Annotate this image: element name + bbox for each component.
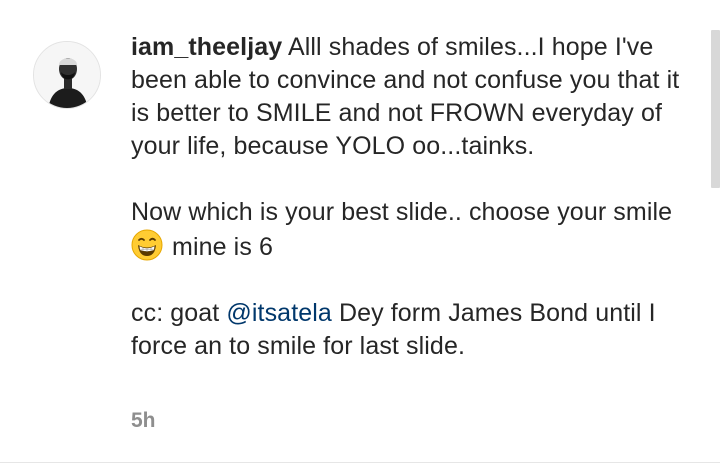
divider: [0, 462, 720, 463]
comment-screen: iam_theeljay Alll shades of smiles...I h…: [0, 0, 720, 471]
comment-paragraph-3: cc: goat @itsatela Dey form James Bond u…: [131, 297, 691, 363]
mention-link[interactable]: @itsatela: [226, 299, 332, 327]
comment-text-3a: cc: goat: [131, 299, 220, 327]
comment-paragraph-2: Now which is your best slide.. choose yo…: [131, 196, 691, 264]
timestamp: 5h: [131, 409, 156, 432]
avatar[interactable]: [33, 41, 101, 109]
comment-body: iam_theeljay Alll shades of smiles...I h…: [131, 31, 691, 363]
comment-text-2a: Now which is your best slide.. choose yo…: [131, 198, 673, 226]
comment-text-2b: mine is 6: [172, 233, 273, 261]
username-link[interactable]: iam_theeljay: [131, 33, 282, 61]
grinning-emoji-icon: [131, 229, 163, 261]
scrollbar[interactable]: [711, 30, 720, 188]
comment-paragraph-1: iam_theeljay Alll shades of smiles...I h…: [131, 31, 691, 163]
profile-photo-icon: [34, 42, 100, 108]
